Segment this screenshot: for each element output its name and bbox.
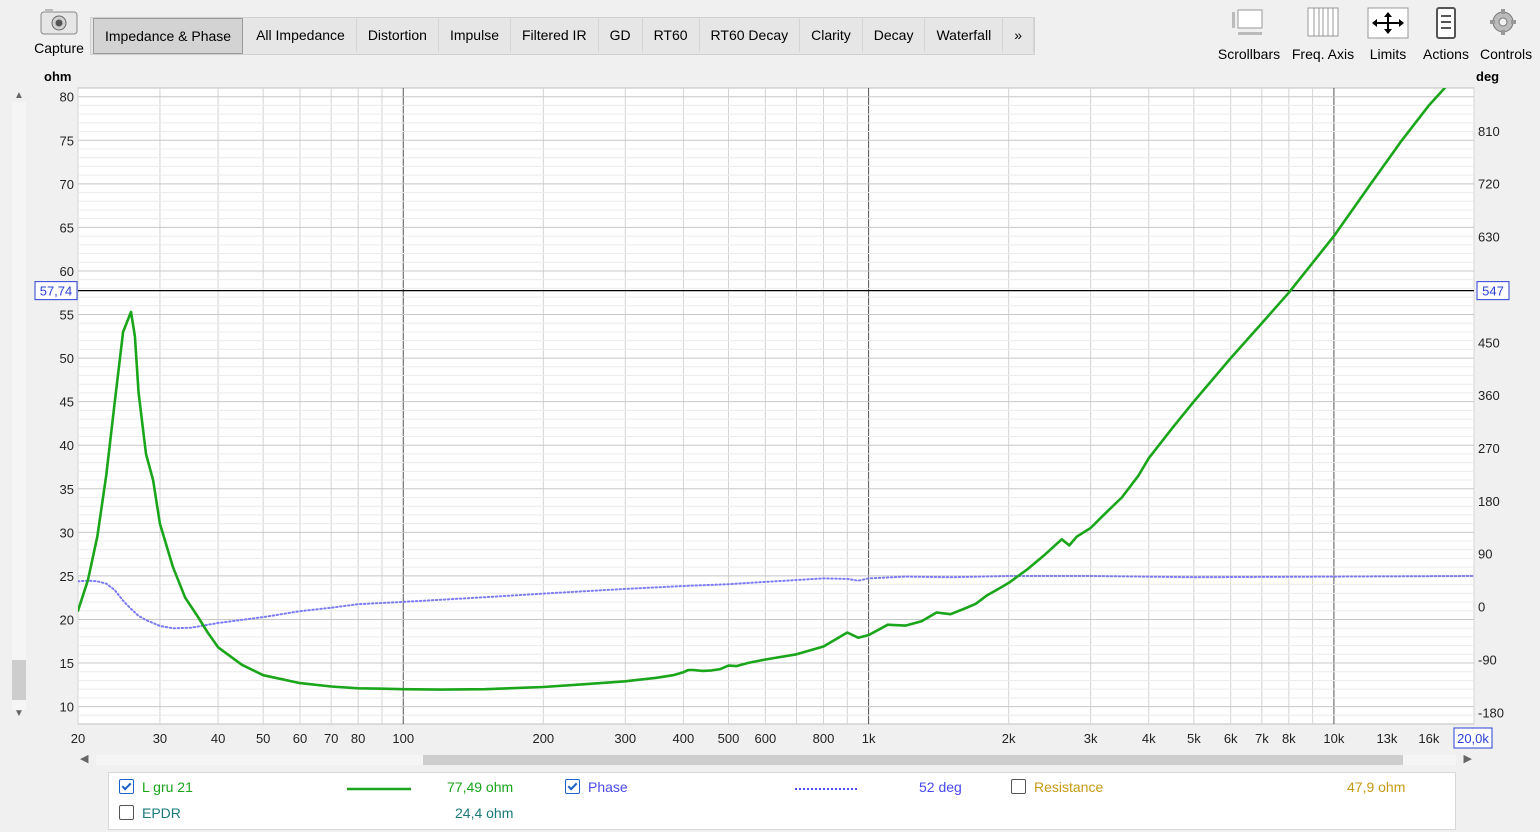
cursor-left-value: 57,74 xyxy=(40,284,73,299)
checkbox-epdr[interactable] xyxy=(119,805,134,820)
x-axis-tick-label: 50 xyxy=(256,731,270,746)
horizontal-scroll-thumb[interactable] xyxy=(423,755,1403,765)
x-axis-tick-label: 600 xyxy=(755,731,777,746)
x-axis-tick-label: 20 xyxy=(71,731,85,746)
x-axis-tick-label: 30 xyxy=(153,731,167,746)
x-axis-tick-label: 10k xyxy=(1323,731,1344,746)
left-axis-tick-label: 70 xyxy=(60,177,74,192)
right-axis-tick-label: 90 xyxy=(1478,547,1492,562)
x-axis-tick-label: 16k xyxy=(1418,731,1439,746)
scroll-right-icon[interactable]: ▶ xyxy=(1464,752,1472,765)
legend-line-swatch xyxy=(347,787,411,791)
right-axis-tick-label: 630 xyxy=(1478,230,1500,245)
x-axis-tick-label: 800 xyxy=(813,731,835,746)
x-axis-tick-label: 80 xyxy=(351,731,365,746)
left-axis-tick-label: 15 xyxy=(60,656,74,671)
impedance-phase-chart[interactable]: 80 75 70 65 60 55 50 45 40 35 30 25 20 15 10 810 720 630 4… xyxy=(0,0,1540,752)
x-axis-tick-label: 300 xyxy=(614,731,636,746)
x-axis-tick-label: 13k xyxy=(1376,731,1397,746)
cursor-right-value: 547 xyxy=(1482,284,1504,299)
left-axis-tick-label: 25 xyxy=(60,569,74,584)
legend-label: EPDR xyxy=(142,805,181,821)
left-axis-tick-label: 55 xyxy=(60,308,74,323)
x-axis-tick-label: 400 xyxy=(673,731,695,746)
right-axis-tick-label: -180 xyxy=(1478,705,1504,720)
x-axis-tick-label: 60 xyxy=(293,731,307,746)
x-axis-tick-label: 70 xyxy=(324,731,338,746)
x-axis-tick-label: 100 xyxy=(392,731,414,746)
checkbox-phase[interactable] xyxy=(565,779,580,794)
left-axis-tick-label: 10 xyxy=(60,700,74,715)
left-axis-tick-label: 35 xyxy=(60,482,74,497)
cursor-x-value: 20,0k xyxy=(1457,731,1489,746)
right-axis-tick-label: 450 xyxy=(1478,335,1500,350)
legend-label: Resistance xyxy=(1034,779,1104,795)
left-axis-tick-label: 80 xyxy=(60,90,74,105)
legend-panel: L gru 21 77,49 ohm Phase 52 deg Resistan… xyxy=(108,772,1456,830)
right-axis-tick-label: 720 xyxy=(1478,177,1500,192)
legend-item-phase[interactable]: Phase xyxy=(565,779,628,795)
x-axis-tick-label: 7k xyxy=(1255,731,1269,746)
legend-value-l-gru-21: 77,49 ohm xyxy=(447,779,514,795)
right-axis-tick-label: 180 xyxy=(1478,494,1500,509)
legend-label: Phase xyxy=(588,779,628,795)
left-axis-tick-label: 60 xyxy=(60,264,74,279)
x-axis-tick-label: 2k xyxy=(1002,731,1016,746)
x-axis-tick-label: 8k xyxy=(1282,731,1296,746)
x-axis-tick-label: 5k xyxy=(1187,731,1201,746)
left-axis-tick-label: 20 xyxy=(60,612,74,627)
left-axis-tick-label: 50 xyxy=(60,351,74,366)
x-axis-tick-label: 1k xyxy=(862,731,876,746)
x-axis-tick-label: 200 xyxy=(532,731,554,746)
right-axis-tick-label: 360 xyxy=(1478,388,1500,403)
right-axis-tick-label: -90 xyxy=(1478,652,1497,667)
left-axis-tick-label: 40 xyxy=(60,438,74,453)
checkbox-l-gru-21[interactable] xyxy=(119,779,134,794)
legend-dotted-swatch xyxy=(795,788,859,790)
horizontal-scrollbar[interactable]: ◀ ▶ xyxy=(78,752,1474,768)
x-axis-tick-label: 40 xyxy=(211,731,225,746)
legend-value-phase: 52 deg xyxy=(919,779,962,795)
x-axis-tick-label: 6k xyxy=(1224,731,1238,746)
x-axis-tick-label: 4k xyxy=(1142,731,1156,746)
legend-item-l-gru-21[interactable]: L gru 21 xyxy=(119,779,193,795)
right-axis-tick-label: 0 xyxy=(1478,600,1485,615)
legend-item-epdr[interactable]: EPDR xyxy=(119,805,181,821)
legend-value-epdr: 24,4 ohm xyxy=(455,805,514,821)
x-axis-tick-label: 500 xyxy=(718,731,740,746)
x-axis-tick-label: 3k xyxy=(1084,731,1098,746)
scroll-left-icon[interactable]: ◀ xyxy=(80,752,88,765)
legend-label: L gru 21 xyxy=(142,779,193,795)
left-axis-tick-label: 65 xyxy=(60,220,74,235)
left-axis-tick-label: 45 xyxy=(60,395,74,410)
legend-value-resistance: 47,9 ohm xyxy=(1347,779,1406,795)
legend-item-resistance[interactable]: Resistance xyxy=(1011,779,1103,795)
left-axis-tick-label: 30 xyxy=(60,525,74,540)
right-axis-tick-label: 810 xyxy=(1478,124,1500,139)
right-axis-tick-label: 270 xyxy=(1478,441,1500,456)
left-axis-tick-label: 75 xyxy=(60,133,74,148)
checkbox-resistance[interactable] xyxy=(1011,779,1026,794)
